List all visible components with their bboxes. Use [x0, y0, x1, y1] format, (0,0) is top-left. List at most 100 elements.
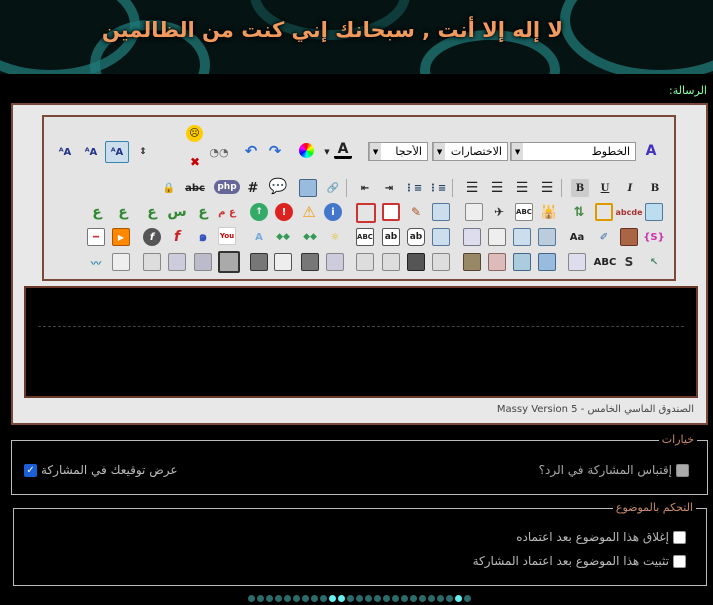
transfer-icon[interactable]: ⇅	[570, 203, 588, 221]
image-frame-icon[interactable]	[218, 251, 240, 273]
close-topic-checkbox[interactable]	[673, 530, 686, 544]
page-icon[interactable]	[382, 203, 400, 221]
code-icon[interactable]	[645, 203, 663, 221]
bug-icon[interactable]: ✖	[186, 153, 204, 171]
quote-option[interactable]: إقتباس المشاركة في الرد؟	[539, 463, 689, 477]
paint-icon[interactable]: ✐	[595, 228, 613, 246]
font-case-icon[interactable]: Aa	[568, 228, 586, 246]
arabic-script-icon[interactable]: ع	[88, 203, 106, 221]
sparkle-icon[interactable]: ◆◆	[274, 228, 292, 246]
image-icon[interactable]	[250, 253, 268, 271]
copy-icon[interactable]	[463, 228, 481, 246]
pin-topic-checkbox[interactable]	[673, 554, 686, 568]
arabic-script-icon[interactable]: ﻉ	[194, 203, 212, 221]
table-icon[interactable]	[432, 203, 450, 221]
arabic-script-icon[interactable]: س	[167, 203, 186, 221]
image-icon[interactable]	[382, 253, 400, 271]
image-icon[interactable]	[194, 253, 212, 271]
warning-icon[interactable]: ⚠	[300, 203, 318, 221]
lock-icon[interactable]: 🔒	[160, 179, 178, 197]
php-icon[interactable]: php	[214, 180, 240, 194]
quote-checkbox[interactable]	[676, 463, 689, 477]
text-color-icon[interactable]: A	[334, 141, 352, 159]
flash-icon[interactable]: f	[168, 228, 186, 246]
undo-icon[interactable]: ↶	[242, 142, 260, 160]
image-icon[interactable]	[274, 253, 292, 271]
abcde-icon[interactable]: abcde	[615, 203, 642, 221]
justify-icon[interactable]: ☰	[463, 179, 481, 197]
picture-icon[interactable]	[538, 228, 556, 246]
mosque-icon[interactable]: 🕌	[540, 203, 558, 221]
mask-icon[interactable]: ◔◔	[209, 143, 228, 161]
stop-icon[interactable]: !	[275, 203, 293, 221]
indent-icon[interactable]: ⇥	[380, 179, 398, 197]
pointer-icon[interactable]: ↖	[645, 253, 663, 271]
image-icon[interactable]	[301, 253, 319, 271]
hash-icon[interactable]: #	[244, 179, 262, 197]
box-icon[interactable]	[356, 203, 376, 223]
ab-icon[interactable]: ab	[407, 228, 425, 246]
image-icon[interactable]	[488, 253, 506, 271]
pen-icon[interactable]: ✎	[407, 203, 425, 221]
glow-text-icon[interactable]: A	[250, 228, 268, 246]
color-wheel-icon[interactable]	[299, 143, 314, 158]
sparkle-icon[interactable]: ◆◆	[301, 228, 319, 246]
image-icon[interactable]	[143, 253, 161, 271]
camera-icon[interactable]	[620, 228, 638, 246]
text-style-icon[interactable]: ᴬA	[56, 143, 74, 161]
sun-icon[interactable]: ☼	[326, 228, 344, 246]
media-player-icon[interactable]: ▶	[112, 228, 130, 246]
image-icon[interactable]	[112, 253, 130, 271]
arabic-script-icon[interactable]: ع م	[218, 203, 236, 221]
image-icon[interactable]	[463, 253, 481, 271]
chat-icon[interactable]: 💬	[269, 177, 288, 195]
info-icon[interactable]: i	[324, 203, 342, 221]
ab-icon[interactable]: ab	[382, 228, 400, 246]
tools-icon[interactable]: ✈	[490, 203, 508, 221]
abc-box-icon[interactable]: ABC	[356, 228, 374, 246]
text-style-icon[interactable]: ᴬA	[82, 143, 100, 161]
youtube-icon[interactable]: You	[218, 227, 236, 245]
link-icon[interactable]: 🔗	[324, 179, 342, 197]
strikethrough-bold-icon[interactable]: B	[571, 179, 589, 197]
image-icon[interactable]	[568, 253, 586, 271]
image-icon[interactable]	[326, 253, 344, 271]
arabic-script-icon[interactable]: ع	[143, 203, 161, 221]
image-icon[interactable]	[432, 253, 450, 271]
image-icon[interactable]	[513, 253, 531, 271]
outdent-icon[interactable]: ⇤	[356, 179, 374, 197]
chevron-down-icon[interactable]: ▼	[322, 143, 332, 161]
font-select[interactable]: الخطوط ▼	[510, 142, 636, 161]
close-topic-option[interactable]: إغلاق هذا الموضوع بعد اعتماده	[516, 530, 686, 544]
bold-icon[interactable]: B	[646, 179, 664, 197]
window-icon[interactable]	[513, 228, 531, 246]
message-textarea[interactable]	[24, 286, 698, 398]
underline-icon[interactable]: U	[596, 179, 614, 197]
align-right-icon[interactable]: ☰	[538, 179, 556, 197]
image-icon[interactable]	[407, 253, 425, 271]
text-style-icon[interactable]: ᴬA	[105, 141, 129, 163]
dollar-icon[interactable]: S	[620, 253, 638, 271]
arabic-script-icon[interactable]: ع	[114, 203, 132, 221]
align-center-icon[interactable]: ☰	[513, 179, 531, 197]
globe-icon[interactable]: ↑	[250, 203, 268, 221]
pin-topic-option[interactable]: تثبيت هذا الموضوع بعد اعتماد المشاركة	[473, 554, 686, 568]
spiral-icon[interactable]: ๑	[194, 228, 212, 246]
size-select[interactable]: الأحجا ▼	[368, 142, 428, 161]
italic-icon[interactable]: I	[621, 179, 639, 197]
redo-icon[interactable]: ↷	[266, 142, 284, 160]
image-icon[interactable]	[168, 253, 186, 271]
signature-option[interactable]: عرض توقيعك في المشاركة ✓	[24, 463, 178, 477]
ordered-list-icon[interactable]: ⋮≡	[428, 179, 446, 197]
signature-checkbox[interactable]: ✓	[24, 463, 37, 477]
minus-box-icon[interactable]: ━	[87, 228, 105, 246]
arrows-icon[interactable]: ⇕	[134, 143, 152, 161]
smiley-icon[interactable]: ☹	[186, 125, 203, 142]
flash-player-icon[interactable]: f	[143, 228, 161, 246]
brackets-icon[interactable]: {S}	[643, 228, 664, 246]
format-icon[interactable]: A	[642, 142, 660, 160]
document-icon[interactable]	[465, 203, 483, 221]
unordered-list-icon[interactable]: ⋮≡	[404, 179, 422, 197]
align-left-icon[interactable]: ☰	[488, 179, 506, 197]
strikethrough-icon[interactable]: abc	[185, 179, 205, 197]
